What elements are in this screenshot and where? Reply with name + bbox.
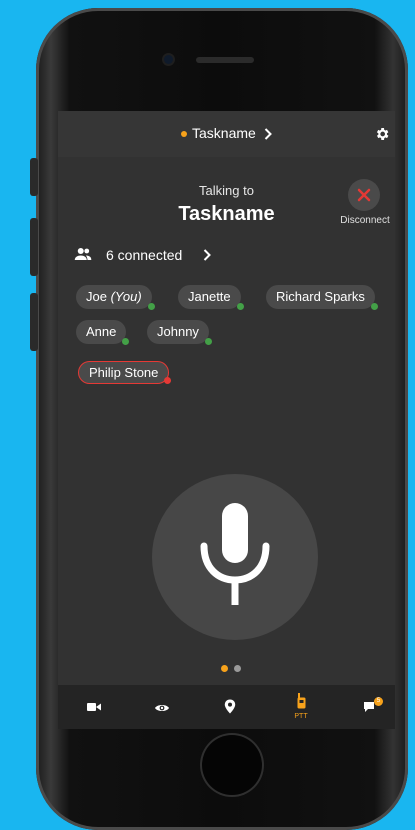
participant-name: Anne xyxy=(86,324,117,339)
participant-name: Philip Stone xyxy=(89,365,159,380)
participant-you-tag: (You) xyxy=(110,289,142,304)
close-icon xyxy=(357,188,371,202)
nav-ptt[interactable]: PTT xyxy=(276,685,326,729)
phone-volume-button xyxy=(30,218,38,276)
chevron-right-icon[interactable] xyxy=(264,128,272,140)
eye-icon xyxy=(155,705,169,711)
microphone-icon xyxy=(200,503,270,605)
chevron-right-icon xyxy=(203,249,211,261)
earpiece-speaker xyxy=(196,57,254,63)
phone-side-button xyxy=(30,158,38,196)
connected-count: 6 connected xyxy=(106,247,183,263)
front-camera xyxy=(164,55,173,64)
participant-chip[interactable]: Anne xyxy=(76,320,130,345)
participant-chip[interactable]: Joe (You) xyxy=(76,285,155,310)
walkie-talkie-icon xyxy=(297,693,306,709)
online-status-dot xyxy=(370,303,378,310)
online-status-dot xyxy=(122,338,130,345)
nav-location[interactable] xyxy=(205,685,255,729)
participant-chip[interactable]: Johnny xyxy=(147,320,212,345)
pager-dot-active[interactable] xyxy=(221,665,228,672)
chat-badge: 5 xyxy=(374,697,383,706)
speaking-status-dot xyxy=(164,377,172,384)
phone-volume-button xyxy=(30,293,38,351)
task-name-link[interactable]: Taskname xyxy=(192,125,256,141)
bottom-nav: PTT 5 xyxy=(58,685,395,729)
location-pin-icon xyxy=(224,699,236,714)
online-status-dot xyxy=(204,338,212,345)
video-camera-icon xyxy=(87,703,101,711)
nav-ptt-label: PTT xyxy=(294,713,308,720)
task-status-dot xyxy=(181,131,187,137)
participant-name: Johnny xyxy=(157,324,199,339)
disconnect-button[interactable] xyxy=(348,179,380,211)
nav-watch[interactable] xyxy=(137,685,187,729)
top-bar: Taskname xyxy=(58,111,395,157)
group-icon xyxy=(74,248,92,260)
online-status-dot xyxy=(236,303,244,310)
home-button[interactable] xyxy=(202,735,262,795)
gear-icon[interactable] xyxy=(374,126,390,142)
participant-name: Richard Sparks xyxy=(276,289,365,304)
app-screen: Taskname Talking to Taskname Disconnect … xyxy=(58,111,395,729)
push-to-talk-button[interactable] xyxy=(152,474,318,640)
disconnect-label: Disconnect xyxy=(340,215,390,226)
participant-name: Janette xyxy=(188,289,231,304)
nav-chat[interactable]: 5 xyxy=(346,685,395,729)
talking-to-label: Talking to xyxy=(199,183,254,198)
pager-dot[interactable] xyxy=(234,665,241,672)
participant-chip-speaking[interactable]: Philip Stone xyxy=(78,361,172,384)
participant-chip[interactable]: Richard Sparks xyxy=(266,285,378,310)
participant-name: Joe xyxy=(86,289,107,304)
online-status-dot xyxy=(147,303,155,310)
participant-chip[interactable]: Janette xyxy=(178,285,244,310)
nav-video[interactable] xyxy=(69,685,119,729)
